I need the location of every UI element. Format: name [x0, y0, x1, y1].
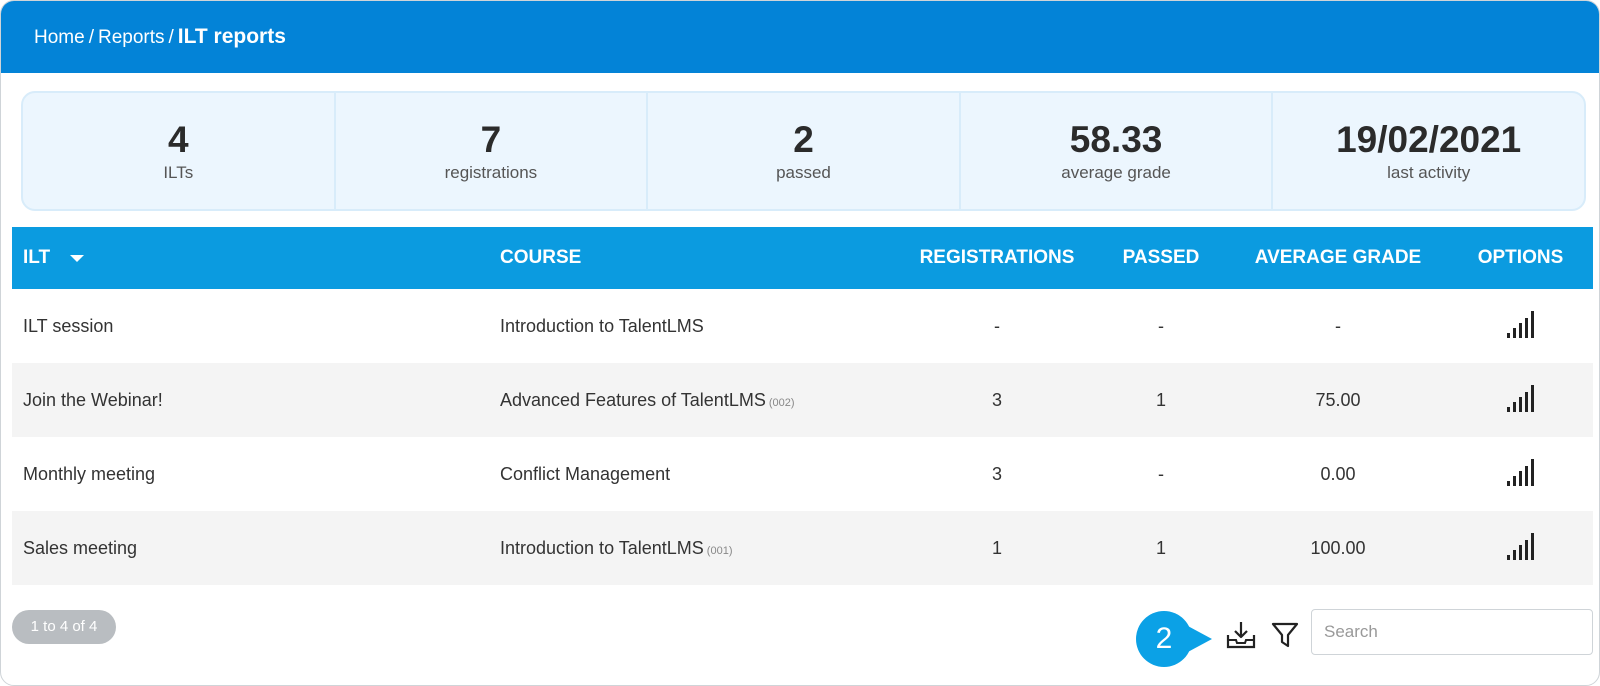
course-code: (001) [706, 544, 733, 557]
app-window: Home / Reports / ILT reports 4 ILTs 7 regist… [0, 0, 1600, 686]
stat-average-grade: 58.33 average grade [961, 93, 1274, 209]
top-bar: Home / Reports / ILT reports [1, 1, 1599, 73]
breadcrumb-separator: / [168, 27, 174, 48]
filter-funnel-icon[interactable] [1271, 621, 1299, 654]
cell-options [1458, 384, 1583, 417]
column-header-average-grade[interactable]: AVERAGE GRADE [1218, 247, 1458, 269]
cell-average-grade: 100.00 [1310, 537, 1366, 558]
stat-label: passed [776, 163, 831, 182]
column-header-course[interactable]: COURSE [500, 247, 890, 269]
search-input[interactable] [1311, 609, 1593, 655]
cell-passed: - [1158, 463, 1164, 484]
table-row: Monthly meeting Conflict Management 3 - … [12, 437, 1593, 511]
cell-average-grade: 0.00 [1320, 463, 1356, 484]
step-marker: 2 [1136, 611, 1192, 667]
cell-course: Conflict Management [500, 464, 890, 485]
stat-label: last activity [1387, 163, 1471, 182]
column-header-options: OPTIONS [1477, 247, 1564, 268]
stat-registrations: 7 registrations [336, 93, 649, 209]
cell-course: Introduction to TalentLMS [500, 316, 890, 337]
stat-label: ILTs [163, 163, 194, 182]
step-marker-pointer [1186, 625, 1212, 653]
stat-value: 58.33 [1069, 119, 1163, 160]
reports-bars-icon[interactable] [1507, 458, 1534, 486]
stat-value: 4 [168, 119, 189, 160]
breadcrumb-reports[interactable]: Reports [98, 27, 165, 48]
cell-registrations: 3 [991, 463, 1002, 484]
cell-passed: 1 [1155, 389, 1166, 410]
stat-label: registrations [444, 163, 538, 182]
reports-bars-icon[interactable] [1507, 384, 1534, 412]
course-name: Introduction to TalentLMS [500, 315, 704, 336]
cell-options [1458, 458, 1583, 491]
cell-average-grade: - [1335, 315, 1341, 336]
cell-ilt[interactable]: ILT session [12, 316, 500, 337]
stat-last-activity: 19/02/2021 last activity [1273, 93, 1584, 209]
page-title: ILT reports [177, 25, 286, 48]
cell-registrations: 1 [991, 537, 1002, 558]
breadcrumb: Home / Reports / ILT reports [34, 25, 286, 50]
ilt-report-table: ILT COURSE REGISTRATIONS PASSED AVERAGE … [12, 227, 1593, 585]
cell-passed: 1 [1155, 537, 1166, 558]
cell-registrations: 3 [991, 389, 1002, 410]
pagination-summary: 1 to 4 of 4 [12, 610, 116, 644]
cell-course: Introduction to TalentLMS (001) [500, 538, 890, 559]
cell-options [1458, 310, 1583, 343]
cell-ilt[interactable]: Monthly meeting [12, 464, 500, 485]
column-header-passed[interactable]: PASSED [1104, 247, 1218, 269]
stat-value: 2 [793, 119, 814, 160]
table-row: Join the Webinar! Advanced Features of T… [12, 363, 1593, 437]
table-row: Sales meeting Introduction to TalentLMS(… [12, 511, 1593, 585]
reports-bars-icon[interactable] [1507, 532, 1534, 560]
breadcrumb-home[interactable]: Home [34, 27, 85, 48]
stats-panel: 4 ILTs 7 registrations 2 passed 58.33 av… [21, 91, 1586, 211]
stat-passed: 2 passed [648, 93, 961, 209]
stat-value: 7 [480, 119, 502, 160]
reports-bars-icon[interactable] [1507, 310, 1534, 338]
stat-ilts: 4 ILTs [23, 93, 336, 209]
cell-average-grade: 75.00 [1315, 389, 1361, 410]
course-name: Advanced Features of TalentLMS [500, 389, 766, 410]
column-label: ILT [23, 247, 51, 268]
stat-value: 19/02/2021 [1336, 119, 1522, 160]
stat-label: average grade [1061, 163, 1171, 182]
cell-passed: - [1158, 315, 1164, 336]
cell-options [1458, 532, 1583, 565]
course-name: Introduction to TalentLMS [500, 537, 704, 558]
column-header-registrations[interactable]: REGISTRATIONS [890, 247, 1104, 269]
sort-caret-down-icon[interactable] [70, 254, 85, 262]
cell-ilt[interactable]: Join the Webinar! [12, 390, 500, 411]
cell-ilt[interactable]: Sales meeting [12, 538, 500, 559]
course-code: (002) [768, 396, 795, 409]
download-tray-icon[interactable] [1225, 620, 1257, 655]
table-row: ILT session Introduction to TalentLMS - … [12, 289, 1593, 363]
table-header: ILT COURSE REGISTRATIONS PASSED AVERAGE … [12, 227, 1593, 289]
cell-course: Advanced Features of TalentLMS (002) [500, 390, 890, 411]
breadcrumb-separator: / [88, 27, 94, 48]
course-name: Conflict Management [500, 463, 671, 484]
column-header-ilt[interactable]: ILT [12, 247, 500, 269]
cell-registrations: - [994, 315, 1000, 336]
